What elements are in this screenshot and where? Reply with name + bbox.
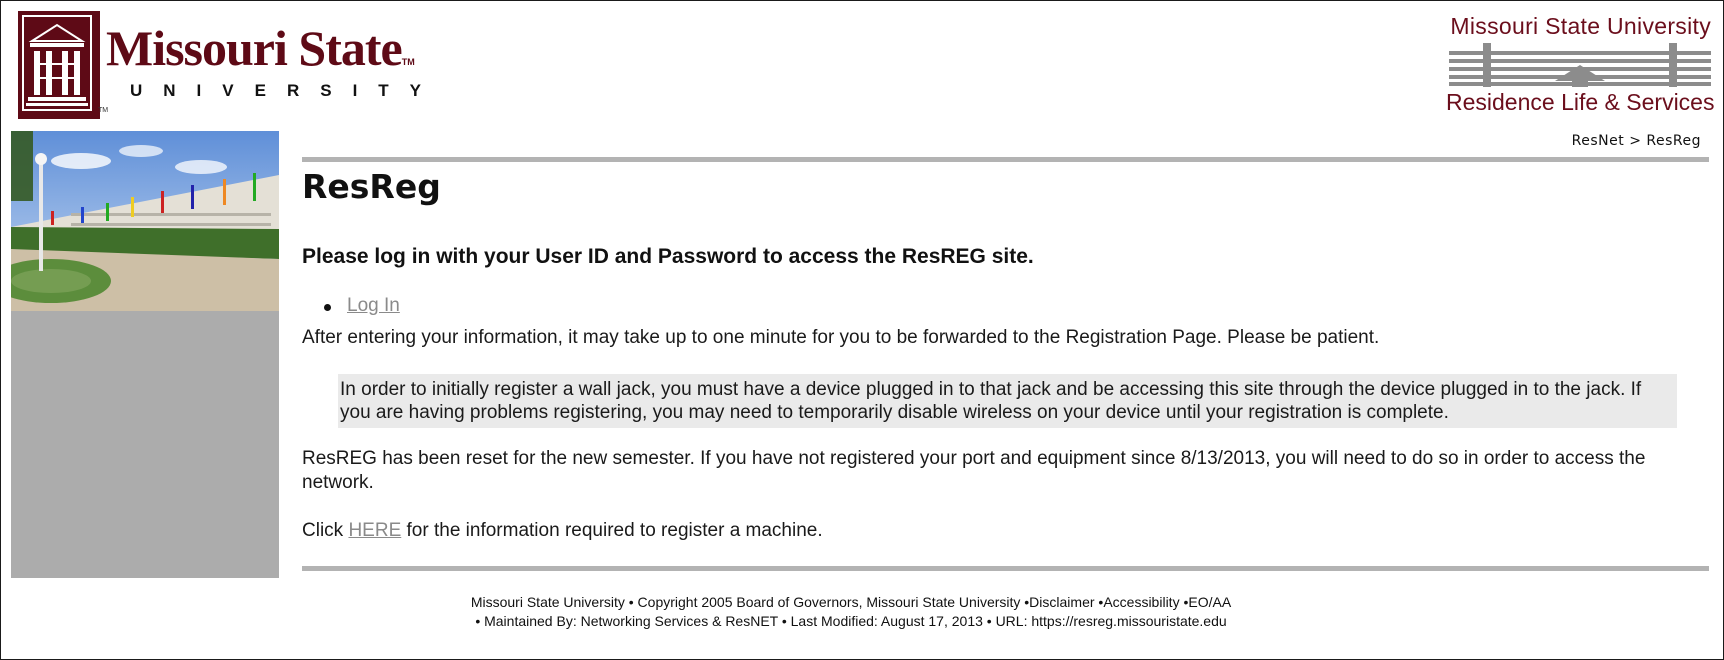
list-item: Log In [324,295,400,317]
wall-jack-note: In order to initially register a wall ja… [338,374,1677,428]
register-info: Click HERE for the information required … [302,520,823,542]
reslife-logo-bottom: Residence Life & Services [1446,89,1715,115]
university-building-seal-icon [18,11,100,119]
footer-eoaa-link[interactable]: •EO/AA [1183,594,1231,610]
msu-wordmark: Missouri StateTM [106,23,415,73]
footer-line-1: Missouri State University • Copyright 20… [301,593,1401,612]
breadcrumb[interactable]: ResNet > ResReg [1572,133,1701,149]
reset-notice: ResREG has been reset for the new semest… [302,448,1646,493]
here-link[interactable]: HERE [348,520,401,541]
footer-org[interactable]: Missouri State University [471,594,625,610]
page-title: ResReg [302,167,441,206]
footer-disclaimer-link[interactable]: •Disclaimer [1024,594,1094,610]
reslife-logo[interactable]: Missouri State University Residence Life… [1446,13,1715,115]
reslife-logo-top: Missouri State University [1450,13,1711,39]
wordmark-trademark: TM [401,57,415,67]
seal-trademark: TM [98,107,109,114]
sidebar [11,131,279,578]
msu-wordmark-text: Missouri State [106,20,403,76]
msu-subtitle: UNIVERSITY [130,81,443,100]
campus-photo [11,131,279,311]
register-info-suffix: for the information required to register… [406,520,823,541]
footer-line-2: • Maintained By: Networking Services & R… [475,613,1227,629]
footer-copyright: • Copyright 2005 Board of Governors, Mis… [628,594,1021,610]
login-link[interactable]: Log In [347,295,400,316]
wait-notice: After entering your information, it may … [302,327,1380,348]
bottom-divider [302,566,1709,571]
top-divider [302,157,1709,162]
login-instructions: Please log in with your User ID and Pass… [302,245,1034,268]
page-frame: TM Missouri StateTM UNIVERSITY Missouri … [0,0,1724,660]
footer: Missouri State University • Copyright 20… [301,593,1401,631]
footer-accessibility-link[interactable]: •Accessibility [1098,594,1179,610]
residence-hall-bars-icon [1449,43,1711,87]
register-info-prefix: Click [302,520,344,541]
login-list: Log In [324,295,400,317]
